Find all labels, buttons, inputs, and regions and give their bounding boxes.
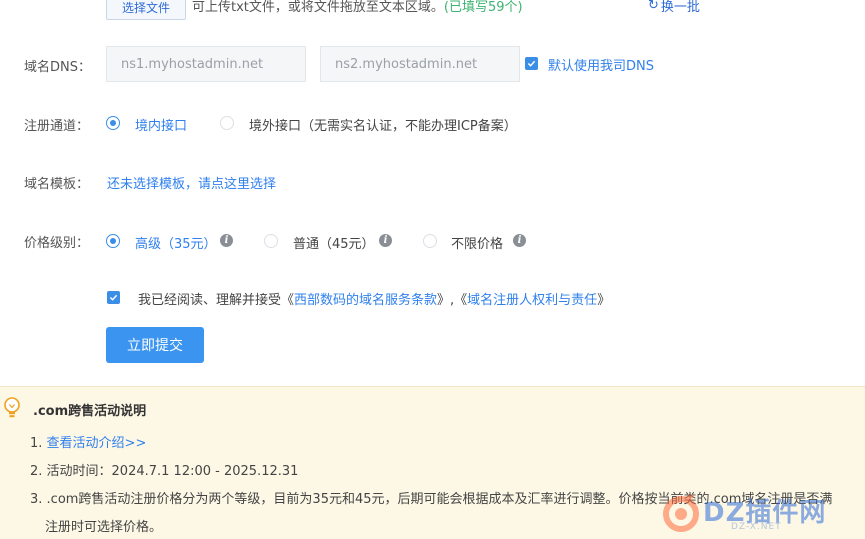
terms-link[interactable]: 西部数码的域名服务条款: [294, 293, 437, 308]
agreement-text: 我已经阅读、理解并接受《西部数码的域名服务条款》,《域名注册人权利与责任》: [138, 289, 610, 308]
watermark-logo: DZ插件网 DZ-X.NET: [661, 492, 851, 536]
upload-hint: 可上传txt文件，或将文件拖放至文本区域。(已填写59个): [192, 0, 523, 15]
refresh-link[interactable]: ↻ 换一批: [648, 0, 700, 15]
checkmark-icon: [109, 294, 118, 301]
notice-item-2: 2. 活动时间：2024.7.1 12:00 - 2025.12.31: [30, 464, 299, 479]
price-unlimited-label[interactable]: 不限价格: [451, 233, 503, 252]
watermark-domain: DZ-X.NET: [731, 522, 782, 532]
agreement-prefix: 我已经阅读、理解并接受《: [138, 293, 295, 308]
ns1-input[interactable]: ns1.myhostadmin.net: [106, 46, 306, 82]
ns2-input[interactable]: ns2.myhostadmin.net: [320, 46, 520, 82]
channel-domestic-label[interactable]: 境内接口: [135, 115, 187, 134]
price-high-radio[interactable]: [106, 234, 120, 248]
registrant-rights-link[interactable]: 域名注册人权利与责任: [467, 293, 597, 308]
agreement-middle: 》,《: [437, 293, 468, 308]
price-normal-radio[interactable]: [264, 234, 278, 248]
agreement-suffix: 》: [597, 293, 611, 308]
upload-hint-text: 可上传txt文件，或将文件拖放至文本区域。: [192, 0, 444, 15]
activity-intro-link[interactable]: 查看活动介绍>>: [47, 436, 147, 451]
filled-count: (已填写59个): [443, 0, 523, 15]
channel-label: 注册通道：: [24, 119, 90, 134]
submit-button[interactable]: 立即提交: [106, 327, 204, 363]
refresh-label: 换一批: [660, 0, 700, 15]
notice-item-3-cont: 注册时可选择价格。: [45, 520, 163, 535]
notice-item-1: 1. 查看活动介绍>>: [30, 432, 146, 451]
price-unlimited-radio[interactable]: [423, 234, 437, 248]
choose-file-button[interactable]: 选择文件: [106, 0, 186, 20]
lightbulb-icon: [4, 397, 20, 418]
notice-item-1-num: 1.: [30, 436, 47, 451]
agreement-checkbox[interactable]: [107, 291, 120, 304]
default-dns-label[interactable]: 默认使用我司DNS: [548, 55, 654, 74]
price-normal-label[interactable]: 普通（45元）: [293, 233, 375, 252]
channel-overseas-radio[interactable]: [220, 116, 234, 130]
checkmark-icon: [527, 60, 536, 67]
channel-overseas-label[interactable]: 境外接口（无需实名认证，不能办理ICP备案）: [249, 115, 517, 134]
price-high-info-icon[interactable]: i: [220, 234, 233, 247]
template-label: 域名模板：: [24, 177, 90, 192]
refresh-icon: ↻: [648, 0, 659, 13]
default-dns-checkbox[interactable]: [525, 57, 538, 70]
notice-title: .com跨售活动说明: [33, 404, 147, 419]
price-normal-info-icon[interactable]: i: [379, 234, 392, 247]
dns-label: 域名DNS：: [24, 60, 91, 75]
price-label: 价格级别：: [24, 236, 90, 251]
choose-template-link[interactable]: 还未选择模板，请点这里选择: [107, 173, 276, 192]
price-unlimited-info-icon[interactable]: i: [513, 234, 526, 247]
channel-domestic-radio[interactable]: [106, 116, 120, 130]
price-high-label[interactable]: 高级（35元）: [135, 233, 217, 252]
